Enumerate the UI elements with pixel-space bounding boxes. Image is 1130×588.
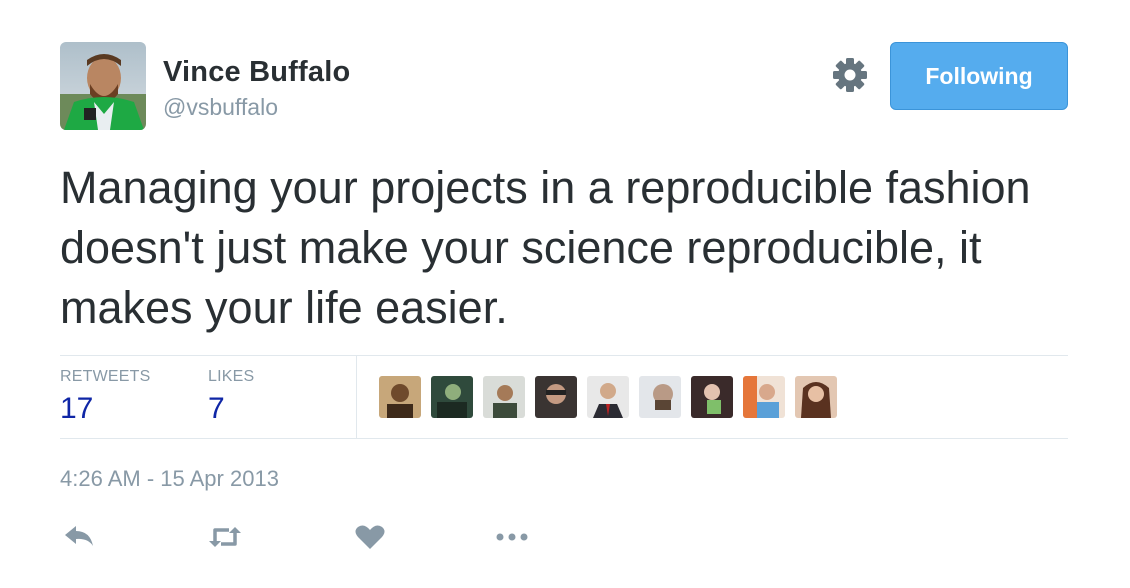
liker-avatar[interactable] [743,376,785,418]
retweets-label: RETWEETS [60,368,151,385]
reply-icon[interactable] [62,522,98,552]
profile-photo [60,42,146,130]
following-button[interactable]: Following [890,42,1068,110]
gear-icon[interactable] [831,56,869,94]
author-avatar[interactable] [60,42,146,130]
tweet-text: Managing your projects in a reproducible… [60,162,1031,333]
retweets-count: 17 [60,392,94,425]
liker-avatar[interactable] [795,376,837,418]
liker-avatar[interactable] [431,376,473,418]
likes-count: 7 [208,392,225,425]
liker-avatar[interactable] [639,376,681,418]
stats-divider [356,356,357,438]
author-handle[interactable]: @vsbuffalo [163,94,278,121]
like-icon[interactable] [352,522,388,552]
liker-avatar[interactable] [379,376,421,418]
liker-avatars [379,376,837,418]
likes-stat[interactable]: LIKES 7 [208,368,254,426]
liker-avatar[interactable] [535,376,577,418]
tweet-timestamp[interactable]: 4:26 AM - 15 Apr 2013 [60,466,279,492]
retweet-icon[interactable] [207,522,243,552]
liker-avatar[interactable] [483,376,525,418]
likes-label: LIKES [208,368,255,385]
retweets-stat[interactable]: RETWEETS 17 [60,368,151,426]
more-icon[interactable] [494,522,530,552]
divider [60,355,1068,356]
divider [60,438,1068,439]
liker-avatar[interactable] [691,376,733,418]
liker-avatar[interactable] [587,376,629,418]
author-name[interactable]: Vince Buffalo [163,56,350,89]
